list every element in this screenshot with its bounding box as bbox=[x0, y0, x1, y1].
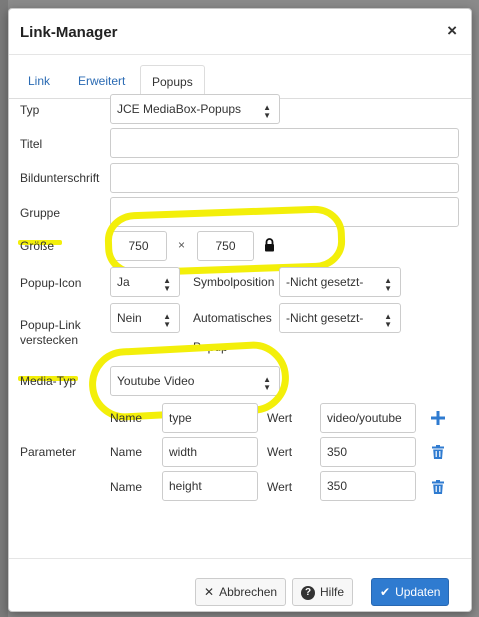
param-name-label: Name bbox=[110, 445, 143, 459]
popup-icon-select[interactable]: Ja ▲ ▼ bbox=[110, 267, 180, 297]
close-icon: ✕ bbox=[204, 585, 215, 599]
param-name-input[interactable] bbox=[162, 403, 258, 433]
cancel-button[interactable]: ✕ Abbrechen bbox=[195, 578, 287, 606]
select-arrows-icon: ▲ ▼ bbox=[263, 103, 271, 120]
close-icon[interactable]: × bbox=[447, 21, 457, 41]
update-button-label: Updaten bbox=[395, 585, 441, 599]
param-wert-label: Wert bbox=[267, 411, 293, 425]
popup-link-verstecken-label: Popup-Link verstecken bbox=[20, 318, 81, 347]
update-button[interactable]: ✔ Updaten bbox=[371, 578, 450, 606]
parameter-label: Parameter bbox=[20, 445, 77, 459]
select-arrows-icon: ▲ ▼ bbox=[163, 276, 171, 293]
check-icon: ✔ bbox=[380, 585, 391, 599]
param-wert-input[interactable] bbox=[320, 403, 416, 433]
add-icon[interactable] bbox=[431, 411, 445, 428]
popup-link-verstecken-select[interactable]: Nein ▲ ▼ bbox=[110, 303, 180, 333]
param-name-label: Name bbox=[110, 480, 143, 494]
trash-icon[interactable] bbox=[432, 445, 444, 462]
question-icon: ? bbox=[301, 585, 315, 600]
dialog-header: Link-Manager × bbox=[9, 9, 471, 55]
media-typ-label: Media-Typ bbox=[20, 374, 77, 388]
select-arrows-icon: ▲ ▼ bbox=[384, 276, 392, 293]
help-button-label: Hilfe bbox=[320, 585, 345, 599]
cancel-button-label: Abbrechen bbox=[219, 585, 278, 599]
param-wert-input[interactable] bbox=[320, 471, 416, 501]
bildunterschrift-label: Bildunterschrift bbox=[20, 171, 100, 185]
symbolposition-select-value: -Nicht gesetzt- bbox=[286, 275, 364, 289]
bildunterschrift-input[interactable] bbox=[110, 163, 459, 193]
param-name-input[interactable] bbox=[162, 437, 258, 467]
symbolposition-label: Symbolposition bbox=[193, 275, 275, 289]
titel-input[interactable] bbox=[110, 128, 459, 158]
automatisches-popup-select-value: -Nicht gesetzt- bbox=[286, 311, 364, 325]
automatisches-popup-select[interactable]: -Nicht gesetzt- ▲ ▼ bbox=[279, 303, 401, 333]
help-button[interactable]: ? Hilfe bbox=[292, 578, 354, 606]
tab-link[interactable]: Link bbox=[17, 65, 61, 99]
param-wert-label: Wert bbox=[267, 445, 293, 459]
symbolposition-select[interactable]: -Nicht gesetzt- ▲ ▼ bbox=[279, 267, 401, 297]
automatisches-popup-label-line1: Automatisches bbox=[193, 311, 272, 325]
param-wert-label: Wert bbox=[267, 480, 293, 494]
param-wert-input[interactable] bbox=[320, 437, 416, 467]
select-arrows-icon: ▲ ▼ bbox=[163, 312, 171, 329]
titel-label: Titel bbox=[20, 137, 43, 151]
popup-icon-label: Popup-Icon bbox=[20, 276, 82, 290]
groesse-label: Größe bbox=[20, 239, 55, 253]
select-arrows-icon: ▲ ▼ bbox=[384, 312, 392, 329]
dialog-title: Link-Manager bbox=[20, 24, 118, 41]
link-manager-dialog: Link-Manager × Link Erweitert Popups Typ… bbox=[8, 8, 472, 612]
trash-icon[interactable] bbox=[432, 480, 444, 497]
popup-icon-select-value: Ja bbox=[117, 275, 130, 289]
popup-link-verstecken-select-value: Nein bbox=[117, 311, 142, 325]
tab-bar: Link Erweitert Popups bbox=[9, 59, 471, 99]
param-name-label: Name bbox=[110, 411, 143, 425]
typ-select[interactable]: JCE MediaBox-Popups ▲ ▼ bbox=[110, 94, 280, 124]
gruppe-label: Gruppe bbox=[20, 206, 61, 220]
param-name-input[interactable] bbox=[162, 471, 258, 501]
typ-select-value: JCE MediaBox-Popups bbox=[117, 102, 242, 116]
typ-label: Typ bbox=[20, 103, 40, 117]
page-backdrop bbox=[0, 0, 8, 617]
dialog-footer: ✕ Abbrechen ? Hilfe ✔ Updaten bbox=[9, 558, 471, 613]
